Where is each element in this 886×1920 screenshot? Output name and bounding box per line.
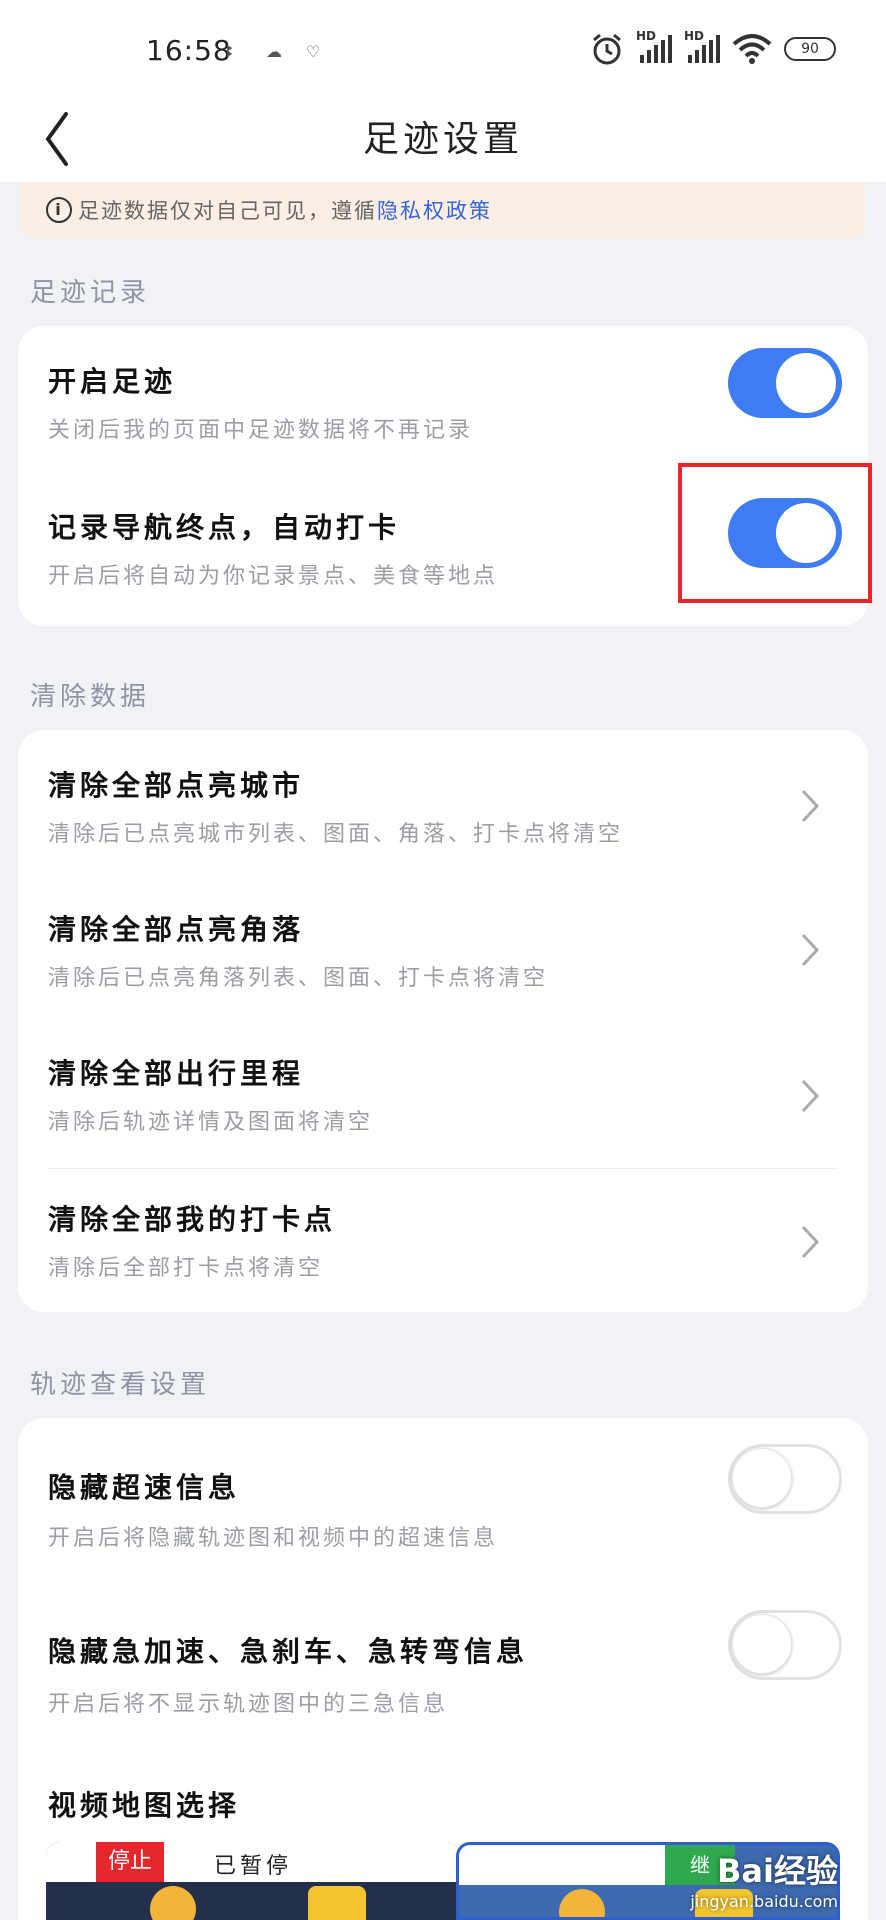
video-map-title: 视频地图选择 [48, 1789, 241, 1822]
row-hide-harsh-driving[interactable]: 隐藏急加速、急刹车、急转弯信息 开启后将不显示轨迹图中的三急信息 [18, 1584, 868, 1750]
wifi-icon [732, 34, 772, 64]
coin-icon [150, 1886, 196, 1920]
privacy-policy-link[interactable]: 隐私权政策 [377, 195, 492, 225]
top-header: 足迹设置 [0, 100, 886, 182]
row-clear-mileage[interactable]: 清除全部出行里程 清除后轨迹详情及图面将清空 [18, 1022, 868, 1168]
chevron-right-icon [801, 1225, 820, 1259]
info-icon: i [46, 197, 72, 223]
row-title: 隐藏急加速、急刹车、急转弯信息 [48, 1635, 529, 1668]
marker-icon [308, 1886, 366, 1920]
signal-icon: HD [684, 29, 720, 63]
row-subtitle: 清除后已点亮城市列表、图面、角落、打卡点将清空 [48, 822, 624, 847]
row-subtitle: 清除后已点亮角落列表、图面、打卡点将清空 [48, 966, 549, 991]
row-subtitle: 关闭后我的页面中足迹数据将不再记录 [48, 418, 474, 443]
status-time: 16:58 [146, 34, 232, 67]
row-hide-speeding[interactable]: 隐藏超速信息 开启后将隐藏轨迹图和视频中的超速信息 [18, 1418, 868, 1584]
row-clear-cities[interactable]: 清除全部点亮城市 清除后已点亮城市列表、图面、角落、打卡点将清空 [18, 730, 868, 876]
chevron-right-icon [801, 789, 820, 823]
chevron-right-icon [801, 1079, 820, 1113]
section-title-clear-data: 清除数据 [30, 682, 151, 712]
row-title: 清除全部点亮城市 [48, 769, 305, 802]
section-title-footprint: 足迹记录 [30, 278, 151, 308]
notification-icon: ꔪ [226, 42, 234, 61]
row-subtitle: 清除后轨迹详情及图面将清空 [48, 1110, 374, 1135]
page-title: 足迹设置 [362, 119, 523, 160]
signal-icon: HD [636, 29, 672, 63]
battery-indicator: 90 [784, 37, 836, 61]
clear-data-card: 清除全部点亮城市 清除后已点亮城市列表、图面、角落、打卡点将清空 清除全部点亮角… [18, 730, 868, 1312]
row-subtitle: 清除后全部打卡点将清空 [48, 1256, 324, 1281]
watermark: Bai经验 jingyan.baidu.com [690, 1852, 838, 1911]
hide-speeding-toggle[interactable] [728, 1444, 842, 1514]
section-title-track-view: 轨迹查看设置 [30, 1370, 211, 1400]
heart-icon: ♡ [306, 42, 321, 61]
row-subtitle: 开启后将自动为你记录景点、美食等地点 [48, 564, 499, 589]
chevron-right-icon [801, 933, 820, 967]
highlight-box [678, 463, 872, 603]
enable-footprint-toggle[interactable] [728, 348, 842, 418]
row-clear-corners[interactable]: 清除全部点亮角落 清除后已点亮角落列表、图面、打卡点将清空 [18, 876, 868, 1022]
row-title: 清除全部点亮角落 [48, 913, 305, 946]
row-title: 开启足迹 [48, 365, 177, 398]
alarm-icon [593, 33, 621, 65]
cloud-icon: ☁ [266, 42, 282, 61]
row-subtitle: 开启后将不显示轨迹图中的三急信息 [48, 1692, 449, 1717]
status-bar: 16:58 ꔪ ☁ ♡ HD HD 90 [0, 0, 886, 100]
row-subtitle: 开启后将隐藏轨迹图和视频中的超速信息 [48, 1526, 499, 1551]
privacy-notice: i 足迹数据仅对自己可见，遵循 隐私权政策 [20, 182, 866, 238]
row-title: 隐藏超速信息 [48, 1471, 241, 1504]
coin-icon [559, 1889, 605, 1917]
row-title: 清除全部我的打卡点 [48, 1203, 337, 1236]
row-title: 清除全部出行里程 [48, 1057, 305, 1090]
paused-label: 已暂停 [213, 1854, 292, 1879]
row-enable-footprint[interactable]: 开启足迹 关闭后我的页面中足迹数据将不再记录 [18, 326, 868, 476]
video-map-option-1[interactable]: 停止 已暂停 [46, 1842, 460, 1920]
hide-harsh-driving-toggle[interactable] [728, 1610, 842, 1680]
notice-text: 足迹数据仅对自己可见，遵循 [78, 199, 377, 223]
row-clear-checkins[interactable]: 清除全部我的打卡点 清除后全部打卡点将清空 [18, 1168, 868, 1312]
row-title: 记录导航终点，自动打卡 [48, 511, 401, 544]
